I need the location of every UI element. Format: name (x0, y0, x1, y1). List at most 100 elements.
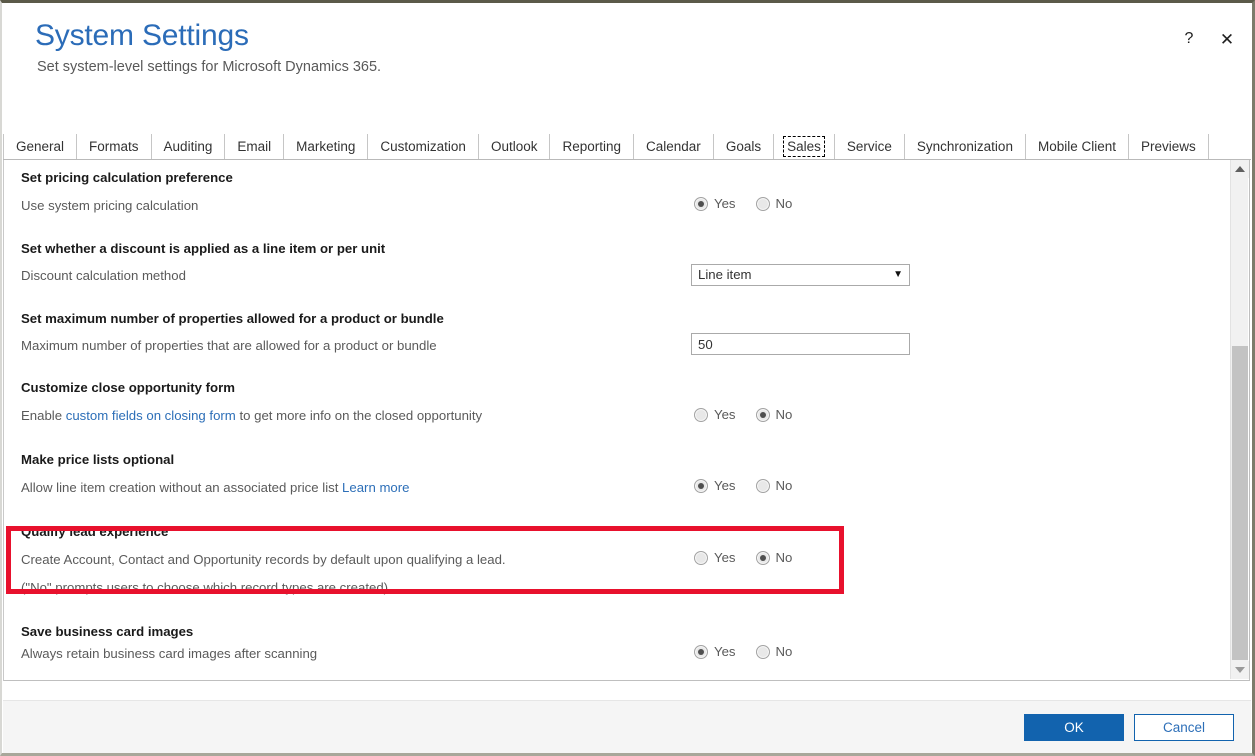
section-description: Use system pricing calculation (21, 198, 199, 213)
tab-calendar[interactable]: Calendar (634, 134, 714, 159)
tab-formats[interactable]: Formats (77, 134, 152, 159)
radio-dot-icon (694, 478, 708, 493)
settings-tabs: General Formats Auditing Email Marketing Cust… (3, 134, 1251, 160)
dialog-footer: OK Cancel (3, 700, 1251, 753)
tab-auditing[interactable]: Auditing (151, 134, 226, 159)
radio-close-opportunity-yes[interactable]: Yes (694, 407, 736, 422)
tab-sales[interactable]: Sales (774, 134, 835, 159)
radio-label: Yes (714, 196, 736, 211)
tab-synchronization[interactable]: Synchronization (904, 134, 1026, 159)
description-prefix: Allow line item creation without an asso… (21, 480, 343, 495)
help-icon[interactable]: ? (1178, 28, 1200, 50)
page-subtitle: Set system-level settings for Microsoft … (37, 59, 382, 75)
tab-label: Service (846, 139, 892, 154)
tab-mobile-client[interactable]: Mobile Client (1025, 134, 1129, 159)
tab-label: Marketing (296, 139, 356, 154)
section-title: Save business card images (21, 624, 194, 639)
footer-buttons: OK Cancel (1024, 714, 1234, 741)
radio-dot-icon (694, 550, 708, 565)
radio-label: No (775, 478, 793, 493)
section-description: Discount calculation method (21, 268, 186, 283)
radio-dot-icon (755, 644, 770, 659)
tab-goals[interactable]: Goals (713, 134, 775, 159)
section-title: Make price lists optional (21, 452, 175, 467)
learn-more-link[interactable]: Learn more (342, 480, 409, 495)
tab-label: General (16, 139, 65, 154)
section-description: Create Account, Contact and Opportunity … (21, 552, 506, 567)
tab-label: Synchronization (916, 139, 1013, 154)
section-description: Maximum number of properties that are al… (21, 338, 437, 353)
custom-fields-link[interactable]: custom fields on closing form (66, 408, 236, 423)
tab-outlook[interactable]: Outlook (478, 134, 551, 159)
chevron-down-icon: ▼ (893, 269, 903, 280)
tab-label: Mobile Client (1037, 139, 1116, 154)
tab-label: Sales (783, 136, 825, 157)
window-controls: ? ✕ (1178, 28, 1238, 50)
radio-close-opportunity-no[interactable]: No (755, 407, 793, 422)
radio-qualify-lead-no[interactable]: No (755, 550, 793, 565)
tab-email[interactable]: Email (225, 134, 285, 159)
radio-label: Yes (714, 407, 736, 422)
radio-group-pricing: Yes No (694, 196, 792, 211)
tab-general[interactable]: General (3, 134, 78, 159)
scroll-up-arrow-icon[interactable] (1231, 160, 1249, 178)
tab-label: Email (237, 139, 272, 154)
radio-price-lists-no[interactable]: No (755, 478, 793, 493)
cancel-button[interactable]: Cancel (1134, 714, 1234, 741)
radio-pricing-yes[interactable]: Yes (694, 196, 736, 211)
tab-reporting[interactable]: Reporting (550, 134, 635, 159)
radio-price-lists-yes[interactable]: Yes (694, 478, 736, 493)
radio-dot-icon (755, 478, 770, 493)
settings-content-pane: Set pricing calculation preference Use s… (3, 160, 1250, 681)
tab-label: Outlook (490, 139, 538, 154)
section-title: Set pricing calculation preference (21, 170, 233, 185)
ok-button[interactable]: OK (1024, 714, 1124, 741)
radio-label: No (775, 644, 793, 659)
tab-label: Formats (89, 139, 139, 154)
radio-label: No (775, 550, 793, 565)
radio-group-price-lists: Yes No (694, 478, 792, 493)
tab-label: Customization (380, 139, 466, 154)
scrollbar-thumb[interactable] (1232, 346, 1248, 660)
radio-label: Yes (714, 550, 736, 565)
tab-marketing[interactable]: Marketing (284, 134, 369, 159)
radio-label: Yes (714, 478, 736, 493)
tab-service[interactable]: Service (834, 134, 905, 159)
tab-label: Goals (725, 139, 762, 154)
section-title: Qualify lead experience (21, 524, 169, 539)
dialog-header: System Settings Set system-level setting… (2, 3, 1252, 131)
radio-dot-icon (694, 196, 708, 211)
radio-pricing-no[interactable]: No (755, 196, 793, 211)
tab-customization[interactable]: Customization (368, 134, 479, 159)
radio-dot-icon (755, 550, 770, 565)
discount-calculation-method-select[interactable]: Line item ▼ (691, 264, 910, 286)
description-suffix: to get more info on the closed opportuni… (235, 408, 483, 423)
radio-group-business-card: Yes No (694, 644, 792, 659)
radio-label: No (775, 196, 793, 211)
select-value: Line item (698, 267, 752, 282)
radio-label: Yes (714, 644, 736, 659)
tab-label: Auditing (163, 139, 213, 154)
radio-dot-icon (755, 196, 770, 211)
radio-business-card-no[interactable]: No (755, 644, 793, 659)
tab-label: Calendar (646, 139, 701, 154)
tab-previews[interactable]: Previews (1129, 134, 1209, 159)
radio-business-card-yes[interactable]: Yes (694, 644, 736, 659)
close-icon[interactable]: ✕ (1216, 28, 1238, 50)
radio-label: No (775, 407, 793, 422)
tab-label: Previews (1141, 139, 1196, 154)
tab-label: Reporting (562, 139, 622, 154)
radio-dot-icon (755, 407, 770, 422)
radio-dot-icon (694, 407, 708, 422)
system-settings-dialog: System Settings Set system-level setting… (0, 0, 1255, 756)
section-description: Allow line item creation without an asso… (21, 480, 410, 495)
radio-qualify-lead-yes[interactable]: Yes (694, 550, 736, 565)
radio-dot-icon (694, 644, 708, 659)
max-properties-input[interactable] (691, 333, 910, 355)
radio-group-qualify-lead: Yes No (694, 550, 792, 565)
section-description-secondary: ("No" prompts users to choose which reco… (21, 580, 389, 595)
scroll-down-arrow-icon[interactable] (1231, 661, 1249, 679)
radio-group-close-opportunity: Yes No (694, 407, 792, 422)
content-scrollbar[interactable] (1230, 160, 1249, 679)
description-prefix: Enable (21, 408, 66, 423)
